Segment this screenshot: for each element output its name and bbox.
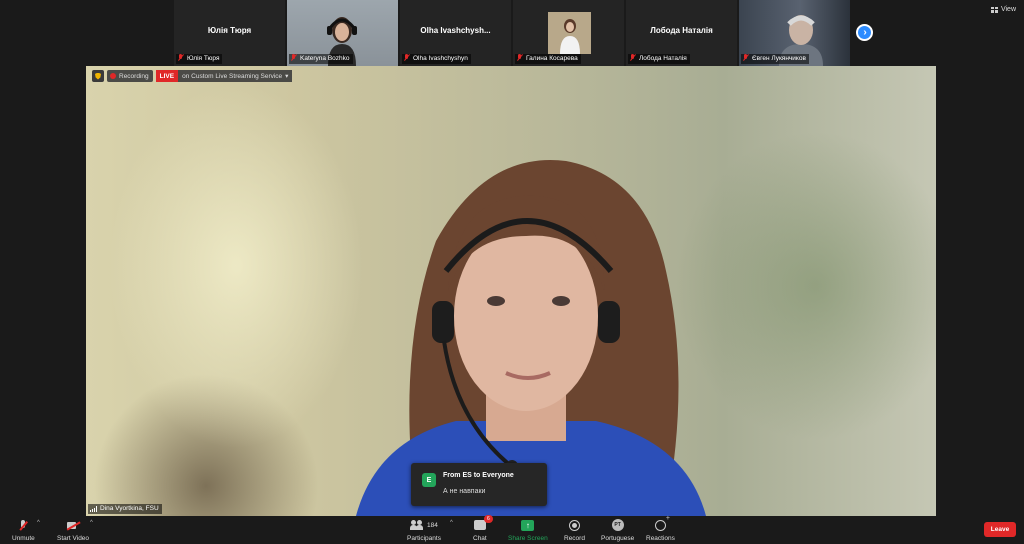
participant-display-name: Юлія Тюря [207, 26, 252, 35]
muted-mic-icon [404, 54, 410, 61]
participant-name-label: Kateryna Bozhko [289, 54, 353, 64]
view-button[interactable]: View [990, 6, 1016, 13]
chat-button[interactable]: 6 Chat [473, 515, 493, 542]
language-interpretation-button[interactable]: PT Portuguese [601, 518, 634, 542]
stream-service-dropdown[interactable]: on Custom Live Streaming Service ▾ [178, 70, 293, 82]
participant-name-label: Галина Косарева [515, 54, 581, 64]
live-stream-badge[interactable]: LIVE on Custom Live Streaming Service ▾ [155, 70, 293, 82]
chevron-right-icon: › [863, 26, 867, 38]
record-button[interactable]: Record [564, 518, 585, 542]
share-screen-icon: ↑ [521, 519, 535, 531]
participants-button[interactable]: 184 Participants [407, 518, 441, 542]
participant-tile[interactable]: Євген Лукянчиков [739, 0, 850, 66]
leave-button[interactable]: Leave [984, 522, 1016, 537]
participant-display-name: Olha Ivashchysh... [420, 26, 491, 35]
view-label: View [1000, 6, 1016, 13]
live-tag: LIVE [155, 70, 179, 82]
muted-mic-icon [743, 54, 749, 61]
participant-tile[interactable]: Лобода Наталія Лобода Наталія [626, 0, 737, 66]
record-icon [568, 519, 580, 531]
chat-icon: 6 [473, 515, 493, 530]
chat-message: А не навпаки [443, 488, 486, 495]
participant-tile[interactable]: Kateryna Bozhko [287, 0, 398, 66]
participants-icon [410, 520, 424, 530]
emoji-reaction-icon [654, 515, 670, 531]
chat-unread-badge: 6 [483, 515, 493, 523]
meeting-toolbar: Unmute ^ Start Video ^ 184 Participants … [0, 515, 1024, 544]
participant-name-label: Лобода Наталія [628, 54, 690, 64]
speaker-figure [356, 160, 706, 516]
muted-mic-icon [630, 54, 636, 61]
recording-indicator[interactable]: Recording [107, 70, 153, 82]
participant-name-label: Olha Ivashchyshyn [402, 54, 471, 64]
participant-tile[interactable]: Галина Косарева [513, 0, 624, 66]
muted-mic-icon [178, 54, 184, 61]
reactions-button[interactable]: Reactions [646, 515, 675, 543]
participant-name-label: Юлія Тюря [176, 54, 223, 64]
start-video-button[interactable]: Start Video [57, 518, 89, 542]
zoom-meeting-window: Юлія Тюря Юлія Тюря Kateryna Bozhko Olha… [0, 0, 1024, 544]
next-participants-button[interactable]: › [856, 24, 873, 41]
language-globe-icon: PT [611, 519, 624, 531]
caret-down-icon: ▾ [285, 73, 289, 80]
meeting-status-badges: Recording LIVE on Custom Live Streaming … [92, 70, 293, 82]
signal-bars-icon [90, 506, 97, 512]
active-speaker-video: Recording LIVE on Custom Live Streaming … [86, 66, 936, 516]
chat-notification[interactable]: E From ES to Everyone А не навпаки [411, 463, 547, 506]
profile-picture [548, 12, 591, 54]
muted-mic-icon [19, 519, 27, 531]
record-dot-icon [110, 73, 116, 79]
muted-mic-icon [291, 54, 297, 61]
share-screen-button[interactable]: ↑ Share Screen [508, 518, 548, 542]
participant-tile[interactable]: Юлія Тюря Юлія Тюря [174, 0, 285, 66]
audio-options-caret[interactable]: ^ [37, 520, 40, 526]
participants-strip: Юлія Тюря Юлія Тюря Kateryna Bozhko Olha… [174, 0, 850, 66]
video-off-icon [66, 521, 80, 530]
unmute-button[interactable]: Unmute [12, 518, 35, 542]
participant-display-name: Лобода Наталія [650, 26, 713, 35]
participant-name-label: Євген Лукянчиков [741, 54, 809, 64]
participant-tile[interactable]: Olha Ivashchysh... Olha Ivashchyshyn [400, 0, 511, 66]
chat-sender: From ES to Everyone [443, 472, 514, 479]
security-shield-icon[interactable] [92, 70, 104, 82]
grid-view-icon [990, 6, 998, 13]
participants-count: 184 [427, 521, 438, 529]
sender-avatar: E [422, 473, 436, 487]
muted-mic-icon [517, 54, 523, 61]
participants-options-caret[interactable]: ^ [450, 520, 453, 526]
video-options-caret[interactable]: ^ [90, 520, 93, 526]
speaker-name-label: Dina Vyortkina, FSU [88, 504, 162, 514]
